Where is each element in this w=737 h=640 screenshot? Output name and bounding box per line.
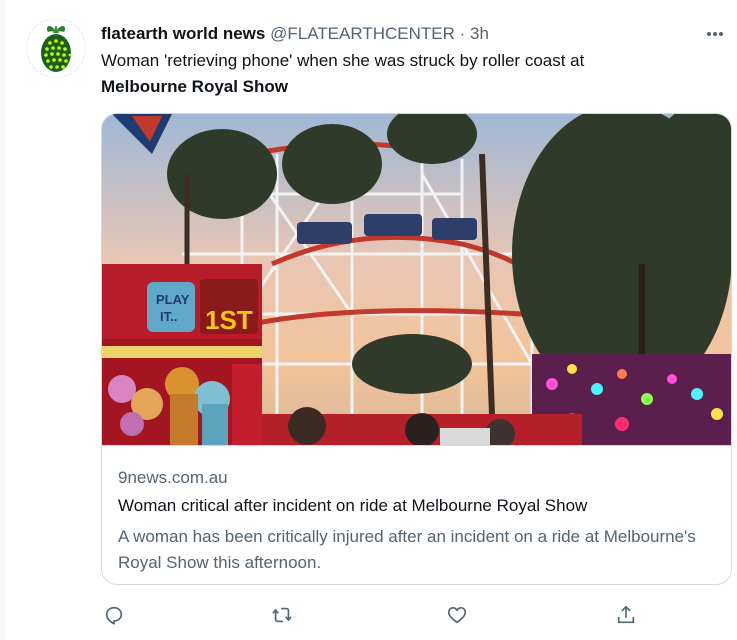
card-body[interactable]: 9news.com.au Woman critical after incide… (102, 445, 731, 584)
roller-coaster-photo: PLAY IT.. 1ST (102, 114, 731, 449)
author-name[interactable]: flatearth world news (101, 24, 265, 43)
author-handle[interactable]: @FLATEARTHCENTER (270, 24, 455, 43)
svg-text:IT..: IT.. (160, 309, 177, 324)
tweet-timestamp[interactable]: 3h (470, 24, 489, 43)
tweet[interactable]: flatearth world news @FLATEARTHCENTER · … (6, 0, 737, 640)
tweet-header: flatearth world news @FLATEARTHCENTER · … (101, 22, 701, 46)
share-button[interactable] (613, 602, 639, 628)
link-card[interactable]: PLAY IT.. 1ST 9news.com.au Woman critica… (101, 113, 732, 585)
card-image[interactable]: PLAY IT.. 1ST (102, 114, 731, 449)
tweet-actions (101, 602, 661, 628)
avatar[interactable] (26, 18, 86, 78)
booth-sign-1st: 1ST (205, 305, 253, 335)
tweet-text-line-2: Melbourne Royal Show (101, 77, 289, 96)
like-icon (447, 607, 467, 624)
booth-sign-play: PLAY (156, 292, 190, 307)
more-button[interactable] (701, 20, 729, 48)
tweet-text: Woman 'retrieving phone' when she was st… (101, 48, 721, 100)
card-domain: 9news.com.au (118, 468, 228, 487)
like-button[interactable] (444, 602, 470, 628)
tweet-text-line-1: Woman 'retrieving phone' when she was st… (101, 51, 585, 70)
pineapple-logo-icon (27, 19, 85, 77)
card-title: Woman critical after incident on ride at… (118, 496, 588, 515)
card-description: A woman has been critically injured afte… (118, 527, 696, 572)
more-horizontal-icon (707, 32, 723, 36)
reply-icon (105, 606, 123, 625)
retweet-icon (272, 607, 292, 623)
share-icon (617, 605, 635, 624)
reply-button[interactable] (101, 602, 127, 628)
retweet-button[interactable] (269, 602, 295, 628)
separator-dot: · (459, 24, 466, 43)
